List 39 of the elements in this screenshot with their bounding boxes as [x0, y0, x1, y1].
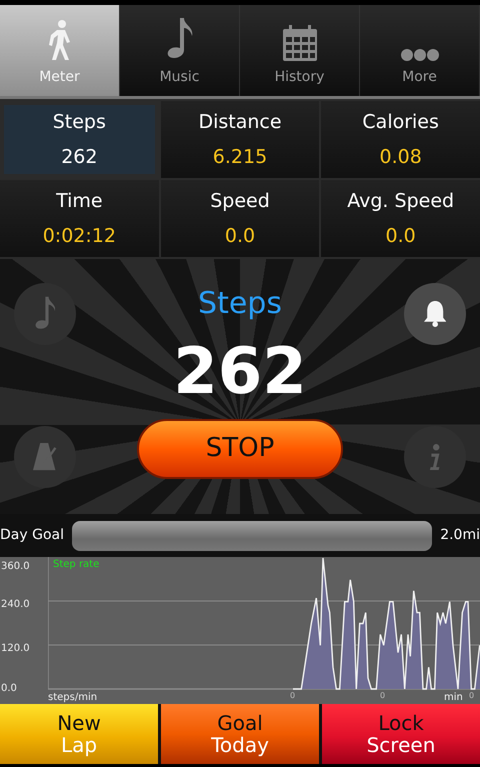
step-count: 262	[173, 334, 307, 411]
tab[interactable]: More	[360, 5, 480, 96]
stat-tile[interactable]: Distance 6.215	[160, 101, 320, 178]
action-button[interactable]: Lock Screen	[322, 704, 480, 764]
stat-tile[interactable]: Steps 262	[4, 105, 155, 174]
axis-tick-label: 360.0	[1, 560, 30, 574]
tab[interactable]: History	[240, 5, 360, 96]
axis-unit-label: min	[444, 691, 463, 705]
stat-value: 0.08	[380, 144, 422, 170]
stat-value: 6.215	[212, 144, 268, 170]
axis-tick-label: 0	[290, 690, 296, 702]
action-button[interactable]: Goal Today	[158, 704, 322, 764]
stat-label: Calories	[362, 110, 439, 135]
stat-label: Time	[56, 189, 103, 214]
stat-tile[interactable]: Avg. Speed 0.0	[321, 180, 480, 257]
stat-value: 0.0	[224, 224, 256, 248]
stat-label: Speed	[210, 189, 270, 214]
chart-legend: Step rate	[53, 557, 100, 572]
axis-tick-label: 240.0	[1, 598, 30, 612]
stat-label: Avg. Speed	[347, 189, 454, 214]
axis-tick-label: 0.0	[1, 682, 17, 696]
axis-tick-label: 120.0	[1, 642, 30, 656]
stop-button[interactable]: STOP	[137, 418, 343, 479]
stat-tile[interactable]: Time 0:02:12	[0, 180, 159, 257]
meter-title: Steps	[198, 285, 282, 323]
stat-label: Distance	[198, 110, 282, 135]
goal-target: 2.0mi	[440, 526, 480, 545]
stat-tile[interactable]: Calories 0.08	[321, 101, 480, 178]
stat-tile[interactable]: Speed 0.0	[160, 180, 320, 257]
stat-value: 0.0	[386, 224, 416, 248]
axis-unit-label: steps/min	[48, 691, 98, 705]
stat-label: Steps	[52, 110, 106, 135]
stat-value: 262	[61, 144, 98, 170]
tab[interactable]: Music	[120, 5, 240, 96]
action-button[interactable]: New Lap	[0, 704, 158, 764]
goal-label: Day Goal	[0, 526, 64, 545]
stat-value: 0:02:12	[42, 224, 116, 248]
axis-tick-label: 0	[380, 690, 386, 702]
axis-tick-label: 0	[469, 690, 474, 702]
